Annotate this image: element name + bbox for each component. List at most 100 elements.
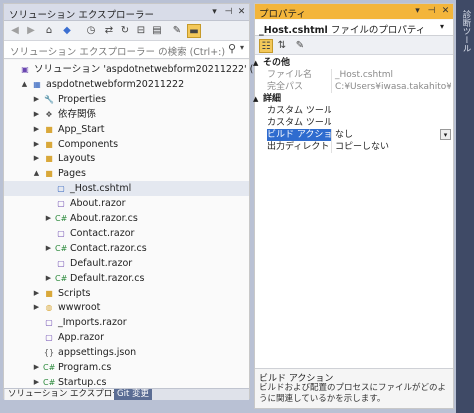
tree-item[interactable]: ▶ 🔧 Properties	[4, 92, 249, 107]
side-tool-strip: 診断ツール	[456, 0, 474, 413]
tree-item[interactable]: ▶ ■ Scripts	[4, 286, 249, 301]
property-row[interactable]: ビルド アクションなし▾	[255, 129, 453, 141]
search-input[interactable]: ソリューション エクスプローラー の検索 (Ctrl+:)	[10, 44, 225, 58]
properties-object-selector[interactable]: _Host.cshtml ファイルのプロパティ ▾	[255, 20, 453, 36]
property-pages-icon[interactable]: ✎	[293, 39, 307, 53]
tree-item-label: Layouts	[58, 153, 96, 165]
tree-item-label: About.razor	[70, 198, 126, 210]
property-row[interactable]: カスタム ツール	[255, 105, 453, 117]
tree-item[interactable]: ▶ C# Contact.razor.cs	[4, 241, 249, 256]
csharp-file-icon: C#	[43, 363, 56, 372]
tree-item[interactable]: ▲ ▦ aspdotnetwebform20211222	[4, 77, 249, 92]
chevron-down-icon[interactable]: ▾	[440, 22, 444, 31]
tree-item[interactable]: ▢ _Host.cshtml	[4, 181, 249, 197]
refresh-icon[interactable]: ↻	[118, 24, 132, 38]
tree-item[interactable]: ▶ C# About.razor.cs	[4, 211, 249, 226]
tree-item-label: Contact.razor.cs	[70, 242, 147, 254]
vs-icon[interactable]: ◆	[60, 24, 74, 38]
preview-icon[interactable]: ▬	[187, 24, 201, 38]
tree-item[interactable]: ▶ ■ Components	[4, 137, 249, 152]
tree-item[interactable]: ▶ ◍ wwwroot	[4, 300, 249, 315]
tree-item-label: Default.razor	[70, 257, 133, 269]
diagnostic-tools-tab[interactable]: 診断ツール	[460, 10, 472, 53]
back-icon[interactable]: ◀	[8, 24, 22, 38]
solution-tree: ▣ ソリューション 'aspdotnetwebform20211222' (1/1…	[4, 60, 332, 388]
tree-expander-icon[interactable]: ▶	[44, 211, 53, 226]
property-value[interactable]: コピーしない	[331, 141, 451, 153]
tree-item-label: Pages	[58, 168, 86, 180]
property-category-label: その他	[263, 58, 291, 68]
alphabetical-icon[interactable]: ⇅	[275, 39, 289, 53]
property-category[interactable]: ▲ その他	[253, 57, 453, 69]
properties-titlebar: プロパティ ▾ ⊣ ✕	[255, 4, 453, 20]
property-value[interactable]: _Host.cshtml	[331, 69, 451, 81]
tree-item[interactable]: ▶ ■ App_Start	[4, 122, 249, 137]
tree-item[interactable]: ▶ C# Program.cs	[4, 360, 249, 375]
search-icon[interactable]: ⚲	[228, 42, 236, 55]
pin-icon[interactable]: ⊣	[425, 5, 438, 18]
tree-expander-icon[interactable]: ▶	[32, 107, 41, 122]
property-category[interactable]: ▲ 詳細	[253, 93, 453, 105]
tree-expander-icon[interactable]: ▶	[32, 360, 41, 375]
tree-expander-icon[interactable]: ▲	[20, 77, 29, 92]
solution-explorer-search[interactable]: ソリューション エクスプローラー の検索 (Ctrl+:) ⚲ ▾	[4, 41, 249, 59]
forward-icon[interactable]: ▶	[24, 24, 38, 38]
tree-expander-icon[interactable]: ▶	[32, 137, 41, 152]
tree-item[interactable]: {} appsettings.json	[4, 345, 249, 360]
tree-expander-icon[interactable]: ▶	[32, 151, 41, 166]
history-icon[interactable]: ◷	[84, 24, 98, 38]
property-row[interactable]: ファイル名 _Host.cshtml	[255, 69, 453, 81]
tree-expander-icon[interactable]: ▶	[44, 241, 53, 256]
tree-item-label: Contact.razor	[70, 227, 135, 239]
chevron-down-icon[interactable]: ▾	[440, 129, 451, 140]
solution-explorer-title: ソリューション エクスプローラー	[9, 10, 155, 21]
tree-expander-icon[interactable]: ▶	[32, 286, 41, 301]
categorized-icon[interactable]: ☷	[259, 39, 273, 53]
tree-item[interactable]: ▢ App.razor	[4, 330, 249, 345]
collapse-icon[interactable]: ▲	[253, 57, 258, 69]
property-value[interactable]: なし	[331, 129, 451, 141]
properties-wrench-icon[interactable]: ✎	[170, 24, 184, 38]
tree-item[interactable]: ▢ Contact.razor	[4, 226, 249, 241]
cshtml-file-icon: ▢	[57, 184, 65, 194]
tree-item-label: Scripts	[58, 287, 91, 299]
tree-item[interactable]: ▶ C# Default.razor.cs	[4, 271, 249, 286]
tree-item[interactable]: ▶ ❖ 依存関係	[4, 107, 249, 122]
tree-item[interactable]: ▢ About.razor	[4, 196, 249, 211]
property-name: カスタム ツールの名	[267, 118, 331, 128]
search-options-icon[interactable]: ▾	[240, 43, 244, 52]
tree-item[interactable]: ▣ ソリューション 'aspdotnetwebform20211222' (1/1…	[4, 62, 332, 77]
collapse-icon[interactable]: ▲	[253, 93, 258, 105]
close-icon[interactable]: ✕	[235, 6, 248, 19]
tree-item[interactable]: ▶ ■ Layouts	[4, 151, 249, 166]
property-row[interactable]: 出力ディレクトリにコピーしない	[255, 141, 453, 153]
tree-expander-icon[interactable]: ▶	[32, 122, 41, 137]
tree-item[interactable]: ▲ ■ Pages	[4, 166, 249, 181]
razor-file-icon: ▢	[57, 228, 65, 238]
dropdown-icon[interactable]: ▾	[411, 5, 424, 18]
tree-expander-icon[interactable]: ▶	[44, 271, 53, 286]
solution-explorer-titlebar: ソリューション エクスプローラー ▾ ⊣ ✕	[4, 4, 249, 21]
property-row[interactable]: 完全パス C:¥Users¥iwasa.takahito¥source¥r	[255, 81, 453, 93]
property-value[interactable]: C:¥Users¥iwasa.takahito¥source¥r	[331, 81, 451, 93]
collapse-all-icon[interactable]: ⊟	[134, 24, 148, 38]
property-name: カスタム ツール	[267, 106, 331, 116]
tree-expander-icon[interactable]: ▶	[32, 300, 41, 315]
close-icon[interactable]: ✕	[439, 5, 452, 18]
tree-item[interactable]: ▢ _Imports.razor	[4, 315, 249, 330]
tab-git-changes[interactable]: Git 変更	[114, 389, 152, 400]
tree-expander-icon[interactable]: ▲	[32, 166, 41, 181]
pin-icon[interactable]: ⊣	[222, 6, 235, 19]
dropdown-icon[interactable]: ▾	[208, 6, 221, 19]
home-icon[interactable]: ⌂	[42, 24, 56, 38]
description-text: ビルドおよび配置のプロセスにファイルがどのように関連しているかを示します。	[259, 383, 447, 404]
sync-icon[interactable]: ⇄	[102, 24, 116, 38]
tree-item-label: aspdotnetwebform20211222	[46, 78, 185, 90]
csharp-file-icon: C#	[55, 214, 68, 223]
project-icon: ▦	[33, 79, 41, 89]
tree-expander-icon[interactable]: ▶	[32, 92, 41, 107]
folder-icon: ■	[45, 288, 53, 298]
property-row[interactable]: カスタム ツールの名	[255, 117, 453, 129]
tree-item[interactable]: ▢ Default.razor	[4, 256, 249, 271]
show-all-files-icon[interactable]: ▤	[150, 24, 164, 38]
